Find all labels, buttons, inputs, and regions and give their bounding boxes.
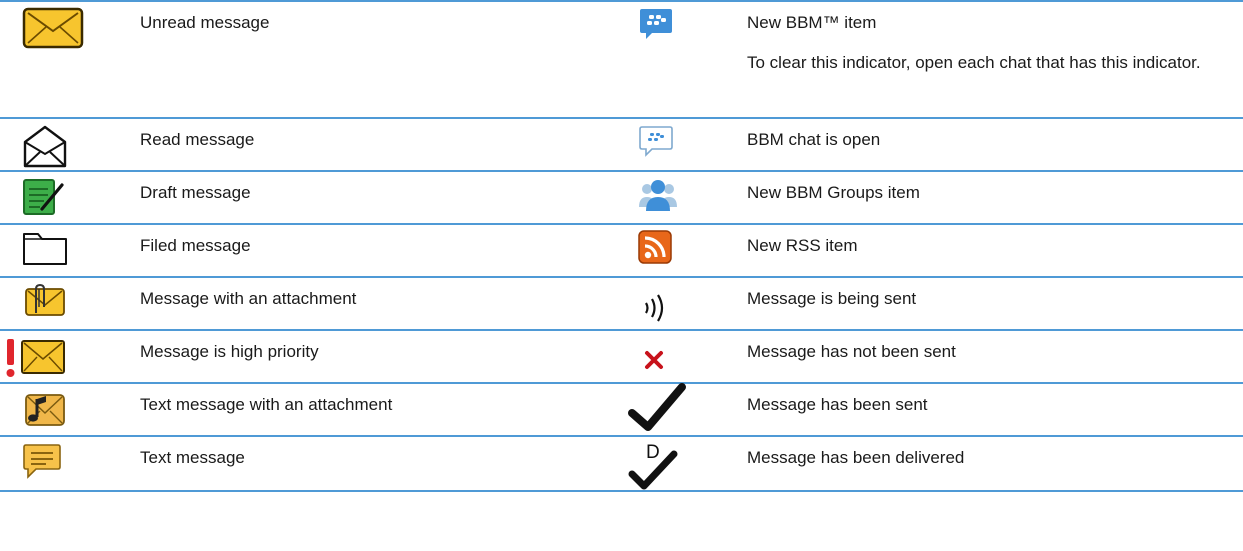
label-cell: New RSS item <box>727 225 1243 276</box>
icon-cell <box>0 225 122 276</box>
message-indicators-table: Unread message New BBM™ item To clear th… <box>0 0 1243 492</box>
read-envelope-icon <box>23 125 67 168</box>
icon-cell <box>0 172 122 223</box>
label-cell: BBM chat is open <box>727 119 1243 170</box>
indicator-label: Message with an attachment <box>140 289 357 308</box>
table-row: Read message BBM chat is open <box>0 117 1243 170</box>
label-cell: New BBM Groups item <box>727 172 1243 223</box>
icon-cell <box>622 331 727 382</box>
text-attachment-icon <box>25 394 65 426</box>
icon-cell <box>0 2 122 117</box>
delivered-letter: D <box>646 442 660 463</box>
label-cell: Message with an attachment <box>122 278 622 329</box>
bbm-chat-open-icon <box>639 126 673 157</box>
icon-cell <box>0 331 122 382</box>
indicator-label: Filed message <box>140 236 251 255</box>
icon-cell <box>622 278 727 329</box>
icon-cell <box>622 225 727 276</box>
icon-cell <box>622 172 727 223</box>
table-row: Draft message New BBM Groups item <box>0 170 1243 223</box>
bbm-groups-icon <box>639 180 677 211</box>
sent-check-icon <box>628 383 686 431</box>
unread-envelope-icon <box>22 7 84 49</box>
delivered-icon: D <box>628 442 678 490</box>
icon-cell <box>0 437 122 490</box>
indicator-label: Unread message <box>140 13 270 32</box>
high-priority-icon <box>6 339 65 377</box>
not-sent-icon <box>645 351 663 369</box>
indicator-label: Read message <box>140 130 255 149</box>
icon-cell <box>622 119 727 170</box>
table-row: Text message D Message has been delivere… <box>0 435 1243 492</box>
label-cell: Unread message <box>122 2 622 117</box>
icon-cell: D <box>622 437 727 490</box>
indicator-label: Message is high priority <box>140 342 319 361</box>
indicator-label: Text message <box>140 448 245 467</box>
indicator-label: BBM chat is open <box>747 130 881 149</box>
indicator-label: Message has not been sent <box>747 342 956 361</box>
icon-cell <box>622 383 727 435</box>
label-cell: Message is high priority <box>122 331 622 382</box>
label-cell: Message has not been sent <box>727 331 1243 382</box>
attachment-envelope-icon <box>25 283 65 316</box>
indicator-label: New BBM Groups item <box>747 183 920 202</box>
icon-cell <box>0 384 122 435</box>
text-message-icon <box>23 444 61 479</box>
label-cell: Draft message <box>122 172 622 223</box>
draft-icon <box>23 179 64 215</box>
label-cell: New BBM™ item To clear this indicator, o… <box>727 2 1243 117</box>
icon-cell <box>622 2 727 117</box>
label-cell: Message is being sent <box>727 278 1243 329</box>
indicator-label: New BBM™ item <box>747 13 877 32</box>
folder-icon <box>23 233 67 265</box>
bbm-new-icon <box>640 9 672 39</box>
indicator-note: To clear this indicator, open each chat … <box>747 53 1201 72</box>
table-row: Unread message New BBM™ item To clear th… <box>0 0 1243 117</box>
icon-cell <box>0 278 122 329</box>
indicator-label: Text message with an attachment <box>140 395 393 414</box>
indicator-label: New RSS item <box>747 236 858 255</box>
sending-icon <box>645 294 664 322</box>
label-cell: Text message <box>122 437 622 490</box>
indicator-label: Message is being sent <box>747 289 917 308</box>
indicator-label: Message has been sent <box>747 395 928 414</box>
label-cell: Text message with an attachment <box>122 384 622 435</box>
table-row: Text message with an attachment Message … <box>0 382 1243 435</box>
label-cell: Read message <box>122 119 622 170</box>
indicator-label: Draft message <box>140 183 251 202</box>
label-cell: Message has been delivered <box>727 437 1243 490</box>
icon-cell <box>0 119 122 170</box>
label-cell: Filed message <box>122 225 622 276</box>
label-cell: Message has been sent <box>727 384 1243 435</box>
rss-icon <box>638 230 672 264</box>
indicator-label: Message has been delivered <box>747 448 965 467</box>
table-row: Filed message New RSS item <box>0 223 1243 276</box>
table-row: Message is high priority Message has not… <box>0 329 1243 382</box>
table-row: Message with an attachment Message is be… <box>0 276 1243 329</box>
